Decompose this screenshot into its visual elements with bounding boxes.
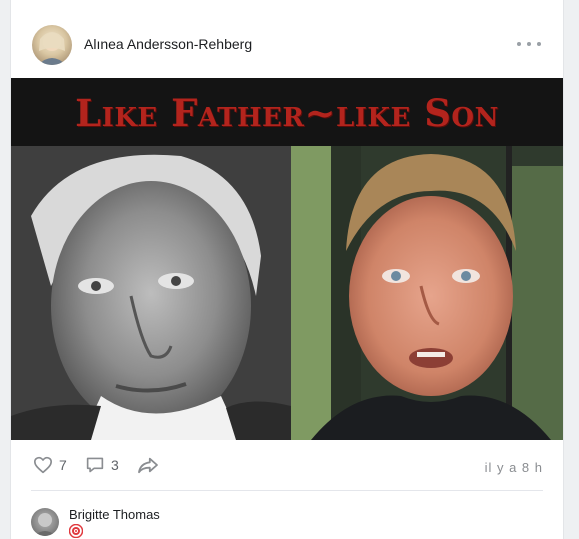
like-count: 7 bbox=[59, 457, 67, 473]
ellipsis-icon-dot bbox=[537, 42, 541, 46]
comment-bubble-icon bbox=[86, 457, 104, 473]
ellipsis-icon-dot bbox=[527, 42, 531, 46]
post-author-name[interactable]: Alınea Andersson-Rehberg bbox=[84, 36, 252, 52]
commenter-avatar-image bbox=[34, 513, 56, 536]
like-button[interactable]: 7 bbox=[33, 456, 67, 474]
share-arrow-icon bbox=[138, 457, 158, 474]
post-card: Alınea Andersson-Rehberg Like Father~lik… bbox=[10, 0, 564, 539]
post-image[interactable]: Like Father~like Son bbox=[11, 78, 563, 440]
comment-author-name[interactable]: Brigitte Thomas bbox=[69, 507, 160, 522]
post-header: Alınea Andersson-Rehberg bbox=[11, 22, 563, 68]
photo-right-portrait bbox=[291, 146, 563, 440]
share-button[interactable] bbox=[137, 456, 159, 474]
elderly-man-portrait bbox=[11, 146, 291, 440]
photo-left-portrait bbox=[11, 146, 291, 440]
section-divider bbox=[31, 490, 543, 491]
image-headline: Like Father~like Son bbox=[75, 91, 499, 135]
scrollbar-track[interactable] bbox=[562, 0, 579, 539]
commenter-avatar[interactable] bbox=[31, 508, 59, 536]
target-emoji-icon bbox=[68, 523, 84, 539]
image-headline-band: Like Father~like Son bbox=[11, 78, 563, 146]
comment-button[interactable]: 3 bbox=[85, 456, 119, 474]
woman-portrait bbox=[291, 146, 563, 440]
heart-icon bbox=[33, 456, 52, 474]
author-avatar[interactable] bbox=[32, 25, 72, 65]
page: Alınea Andersson-Rehberg Like Father~lik… bbox=[0, 0, 579, 539]
author-avatar-image bbox=[38, 32, 66, 65]
ellipsis-icon bbox=[517, 42, 521, 46]
comment-count: 3 bbox=[111, 457, 119, 473]
more-options-button[interactable] bbox=[517, 34, 541, 54]
post-actions-bar: 7 3 il y a 8 h bbox=[11, 452, 563, 484]
target-emoji-svg bbox=[68, 523, 84, 539]
post-timestamp[interactable]: il y a 8 h bbox=[485, 460, 543, 475]
comment-item: Brigitte Thomas bbox=[11, 502, 563, 539]
